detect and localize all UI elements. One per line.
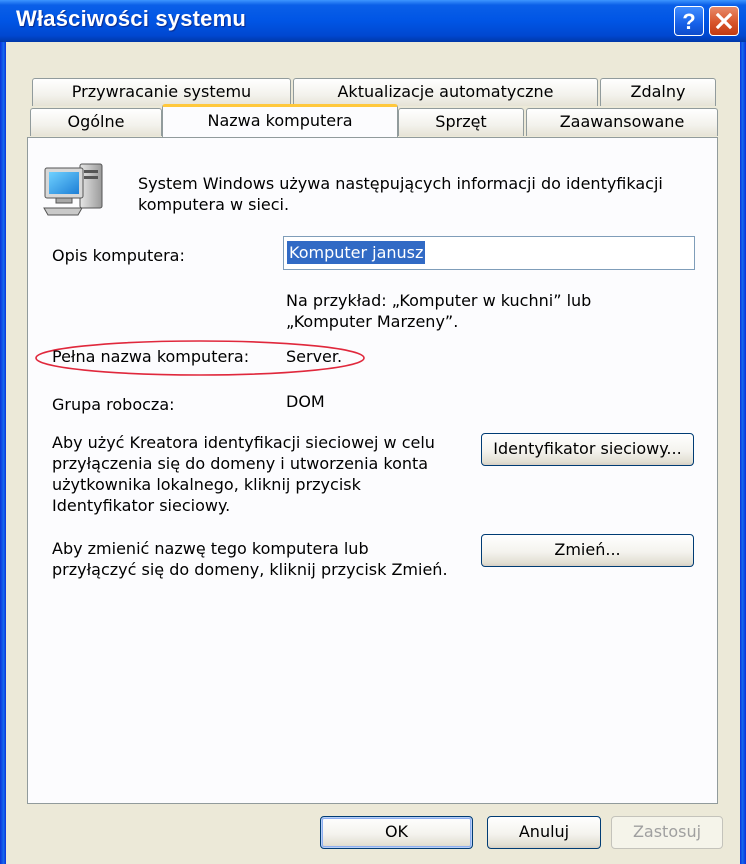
tab-nazwa-komputera[interactable]: Nazwa komputera	[162, 104, 398, 137]
tab-aktualizacje-automatyczne[interactable]: Aktualizacje automatyczne	[293, 78, 598, 106]
window-title: Właściwości systemu	[16, 6, 247, 31]
apply-button[interactable]: Zastosuj	[611, 816, 723, 849]
tab-label: Zaawansowane	[559, 112, 685, 131]
window-frame-right	[740, 42, 746, 864]
tab-zdalny[interactable]: Zdalny	[600, 78, 716, 106]
close-button[interactable]	[709, 6, 739, 36]
tab-sprzet[interactable]: Sprzęt	[398, 108, 524, 136]
network-id-text-line4: Identyfikator sieciowy.	[52, 496, 231, 515]
window-frame-left	[0, 42, 6, 864]
network-id-text-line2: przyłączenia się do domeny i utworzenia …	[52, 454, 429, 473]
svg-text:?: ?	[682, 9, 695, 34]
tab-label: Nazwa komputera	[207, 111, 353, 130]
workgroup-label: Grupa robocza:	[52, 395, 175, 414]
title-bar[interactable]: Właściwości systemu ?	[0, 0, 746, 42]
computer-description-value: Komputer janusz	[287, 241, 426, 264]
tab-label: Przywracanie systemu	[71, 82, 252, 101]
network-id-text-line1: Aby użyć Kreatora identyfikacji sieciowe…	[52, 433, 435, 452]
tab-label: Zdalny	[630, 82, 686, 101]
tab-label: Aktualizacje automatyczne	[337, 82, 554, 101]
tab-przywracanie-systemu[interactable]: Przywracanie systemu	[32, 78, 291, 106]
rename-text-line2: przyłączyć się do domeny, kliknij przyci…	[52, 560, 448, 579]
tab-zaawansowane[interactable]: Zaawansowane	[526, 108, 718, 136]
network-id-text-line3: użytkownika lokalnego, kliknij przycisk	[52, 475, 361, 494]
close-icon	[715, 12, 733, 30]
help-button[interactable]: ?	[674, 6, 704, 36]
computer-icon	[43, 163, 103, 216]
example-text-line2: „Komputer Marzeny”.	[286, 312, 459, 331]
computer-description-label: Opis komputera:	[52, 246, 185, 265]
intro-text-line1: System Windows używa następujących infor…	[138, 174, 663, 193]
intro-text-line2: komputera w sieci.	[138, 195, 290, 214]
network-id-button[interactable]: Identyfikator sieciowy...	[481, 433, 694, 466]
full-computer-name-label: Pełna nazwa komputera:	[52, 347, 250, 366]
question-icon: ?	[682, 9, 695, 34]
rename-text-line1: Aby zmienić nazwę tego komputera lub	[52, 539, 369, 558]
workgroup-value: DOM	[286, 392, 325, 411]
computer-description-input[interactable]: Komputer janusz	[283, 236, 695, 270]
rename-button[interactable]: Zmień...	[481, 534, 694, 567]
tab-ogolne[interactable]: Ogólne	[30, 108, 162, 136]
example-text-line1: Na przykład: „Komputer w kuchni” lub	[286, 291, 592, 310]
tab-label: Sprzęt	[435, 112, 487, 131]
ok-button[interactable]: OK	[320, 816, 473, 849]
cancel-button[interactable]: Anuluj	[487, 816, 601, 849]
tab-label: Ogólne	[67, 112, 125, 131]
full-computer-name-value: Server.	[286, 347, 343, 366]
